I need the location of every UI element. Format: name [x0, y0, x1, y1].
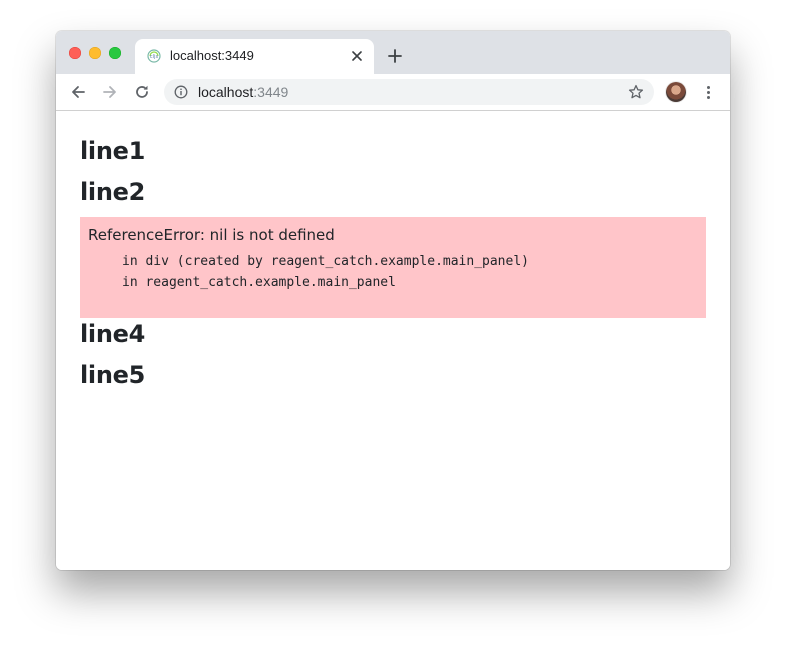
browser-toolbar: localhost:3449 — [56, 74, 730, 111]
heading-line5: line5 — [80, 361, 146, 389]
error-message: ReferenceError: nil is not defined — [88, 226, 335, 244]
arrow-left-icon[interactable] — [68, 82, 88, 102]
heading-line4: line4 — [80, 320, 146, 348]
window-close-button[interactable] — [69, 47, 81, 59]
more-vert-icon[interactable] — [700, 82, 716, 102]
tab-title: localhost:3449 — [170, 48, 254, 63]
browser-tab[interactable]: cljs localhost:3449 — [135, 39, 374, 74]
reload-icon[interactable] — [132, 82, 152, 102]
tab-strip: cljs localhost:3449 — [56, 31, 730, 74]
error-panel: ReferenceError: nil is not defined in di… — [80, 217, 706, 318]
arrow-right-icon[interactable] — [100, 82, 120, 102]
url-text: localhost:3449 — [198, 84, 288, 100]
browser-window: cljs localhost:3449 localhost:3449 line1… — [56, 31, 730, 570]
close-icon[interactable] — [348, 47, 366, 65]
info-icon[interactable] — [174, 85, 188, 99]
window-minimize-button[interactable] — [89, 47, 101, 59]
url-port: :3449 — [253, 84, 289, 100]
window-maximize-button[interactable] — [109, 47, 121, 59]
cljs-logo-icon: cljs — [147, 49, 161, 63]
star-icon[interactable] — [628, 84, 644, 100]
heading-line2: line2 — [80, 178, 146, 206]
stack-trace-line: in reagent_catch.example.main_panel — [122, 275, 396, 290]
page-content: line1 line2 ReferenceError: nil is not d… — [56, 111, 730, 570]
plus-icon[interactable] — [386, 47, 404, 65]
avatar[interactable] — [666, 82, 686, 102]
address-bar[interactable]: localhost:3449 — [164, 79, 654, 105]
heading-line1: line1 — [80, 137, 146, 165]
stack-trace-line: in div (created by reagent_catch.example… — [122, 254, 529, 269]
url-host: localhost — [198, 84, 254, 100]
svg-text:cljs: cljs — [150, 54, 159, 60]
